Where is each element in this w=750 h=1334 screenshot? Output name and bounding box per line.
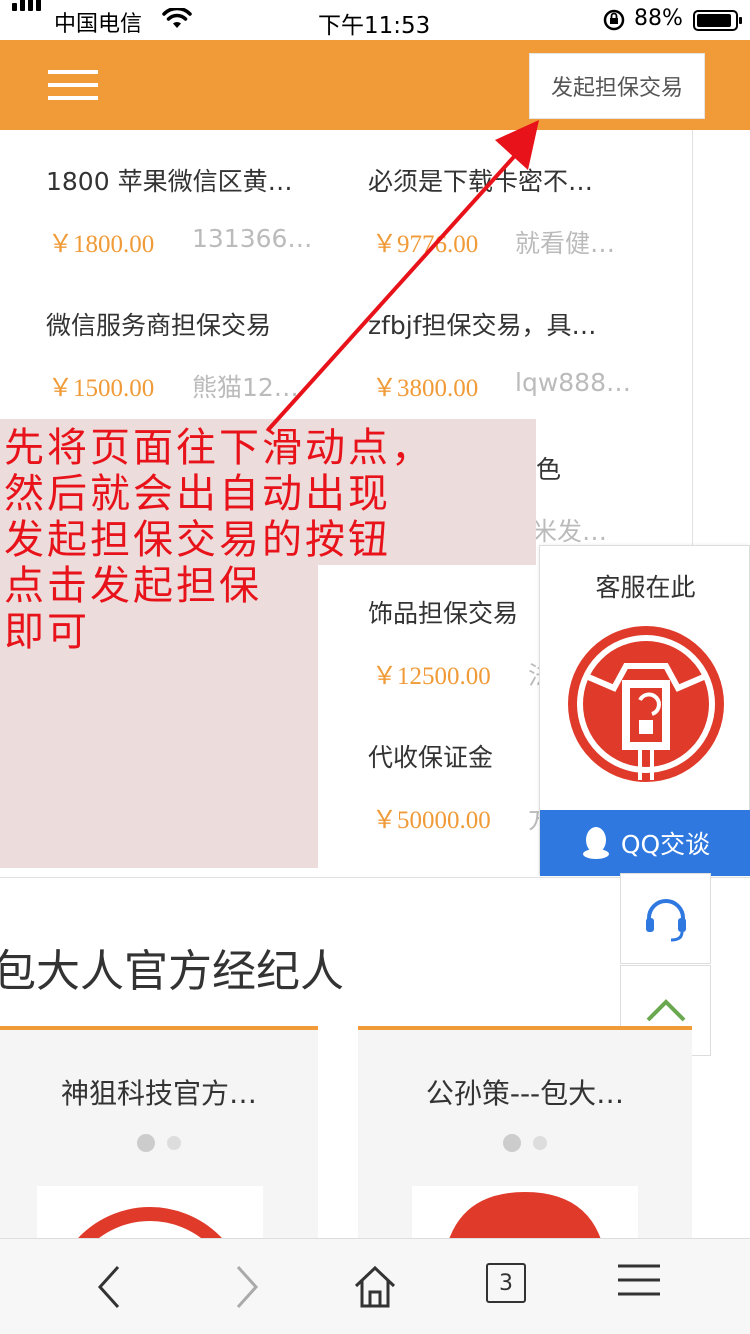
carousel-dot[interactable]	[533, 1136, 547, 1150]
item-price: ￥3800.00	[372, 375, 479, 402]
item-title[interactable]: 1800 苹果微信区黄…	[46, 162, 293, 198]
carousel-dot[interactable]	[167, 1136, 181, 1150]
item-title[interactable]: 必须是下载卡密不…	[368, 162, 593, 198]
menu-icon	[618, 1264, 660, 1296]
browser-menu-button[interactable]	[616, 1263, 662, 1297]
annotation-text: 先将页面往下滑动点， 然后就会出自动出现 发起担保交易的按钮 点击发起担保 即可	[4, 425, 524, 655]
browser-forward-button[interactable]	[224, 1263, 268, 1311]
agents-section-title: 包大人官方经纪人	[0, 946, 344, 997]
item-seller: 就看健…	[515, 229, 616, 258]
top-header: 发起担保交易	[0, 40, 750, 130]
agent-name[interactable]: 公孙策---包大…	[358, 1072, 692, 1112]
item-price: ￥50000.00	[372, 807, 491, 834]
carrier-name: 中国电信	[54, 12, 143, 37]
annotation-line: 先将页面往下滑动点，	[4, 425, 434, 471]
qq-chat-label[interactable]: QQ交谈	[621, 825, 710, 861]
item-price: ￥1800.00	[48, 231, 155, 258]
customer-service-avatar	[568, 626, 724, 782]
carousel-dots	[0, 1134, 318, 1152]
qq-icon	[582, 827, 609, 859]
battery-percent: 88%	[634, 6, 683, 31]
clock: 下午11:53	[318, 13, 431, 39]
item-price: ￥9776.00	[372, 231, 479, 258]
qq-chat-button[interactable]: QQ交谈	[540, 810, 750, 876]
launch-guarantee-trade-button[interactable]: 发起担保交易	[529, 53, 705, 119]
headset-icon	[645, 898, 686, 941]
home-icon	[354, 1265, 396, 1308]
item-seller: lqw888…	[515, 368, 631, 397]
chevron-up-icon	[646, 998, 685, 1021]
browser-toolbar: 3	[0, 1238, 750, 1334]
customer-service-title: 客服在此	[595, 573, 696, 602]
item-price: ￥1500.00	[48, 375, 155, 402]
headset-support-button[interactable]	[620, 873, 711, 964]
status-bar: 中国电信 下午11:53 88%	[0, 0, 750, 40]
chevron-left-icon	[97, 1265, 120, 1309]
page-root: 中国电信 下午11:53 88% 发起担保交易 1800 苹果微信区黄… ￥18…	[0, 0, 750, 1334]
agent-name[interactable]: 神狙科技官方…	[0, 1072, 318, 1112]
customer-service-panel: 客服在此 QQ交谈	[539, 545, 750, 876]
agent-card[interactable]: 公孙策---包大…	[358, 1026, 692, 1266]
browser-tabs-button[interactable]: 3	[486, 1263, 526, 1303]
item-title[interactable]: 色	[536, 450, 561, 486]
item-title[interactable]: zfbjf担保交易，具…	[368, 306, 597, 342]
carousel-dot[interactable]	[503, 1134, 521, 1152]
agent-card[interactable]: 神狙科技官方…	[0, 1026, 318, 1266]
item-seller: 熊猫12…	[192, 373, 299, 402]
item-price: ￥12500.00	[372, 663, 491, 690]
item-title[interactable]: 微信服务商担保交易	[46, 306, 271, 342]
carousel-dot[interactable]	[137, 1134, 155, 1152]
annotation-line: 然后就会出自动出现	[4, 471, 391, 517]
annotation-line: 点击发起担保	[4, 563, 262, 609]
annotation-line: 即可	[4, 609, 90, 655]
item-title[interactable]: 代收保证金	[368, 738, 493, 774]
chevron-right-icon	[236, 1265, 259, 1309]
menu-icon[interactable]	[48, 70, 98, 100]
annotation-line: 发起担保交易的按钮	[4, 517, 391, 563]
item-seller: 131366…	[192, 224, 313, 253]
browser-back-button[interactable]	[88, 1263, 132, 1311]
browser-home-button[interactable]	[350, 1263, 400, 1311]
tab-count: 3	[499, 1270, 513, 1296]
battery-icon	[693, 10, 742, 31]
wifi-icon	[162, 8, 192, 28]
rotation-lock-icon	[603, 9, 625, 31]
item-seller: 米发…	[532, 517, 608, 546]
carousel-dots	[358, 1134, 692, 1152]
